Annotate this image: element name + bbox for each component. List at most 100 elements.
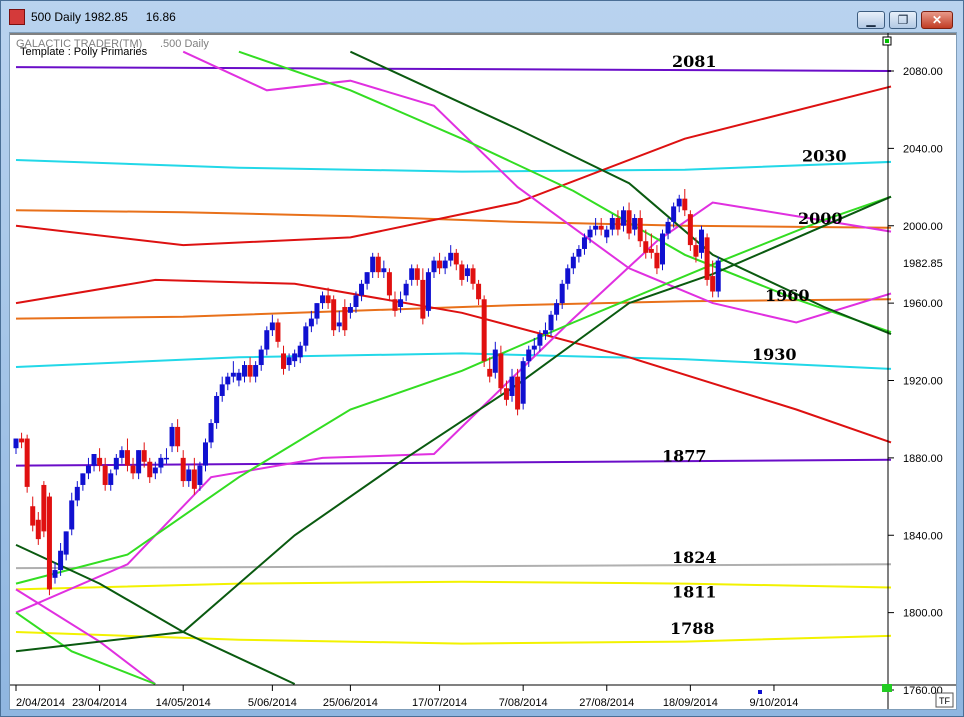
chart-line [15, 209, 892, 229]
candle-body [347, 306, 353, 313]
candle-body [604, 229, 610, 238]
candle-body [609, 218, 615, 230]
candle-body [665, 221, 671, 234]
chart-window: 500 Daily 1982.85 16.86 ▁ ❐ ✕ 2081 2030 200… [0, 0, 964, 717]
candle-body [375, 256, 381, 273]
candle-body [108, 473, 114, 485]
level-label-1960: 1960 [765, 286, 810, 305]
candle-body [392, 299, 398, 311]
candle-body [409, 268, 415, 280]
candle-body [85, 465, 91, 474]
candle-body [225, 376, 231, 385]
chart-line [15, 159, 892, 173]
title-last-price: 1982.85 [84, 10, 128, 24]
candle-body [398, 299, 404, 307]
chart-line [15, 195, 892, 653]
x-tick-label: 23/04/2014 [72, 697, 127, 709]
candle-body [503, 388, 509, 400]
chart-line [15, 458, 892, 467]
candle-body [230, 372, 236, 377]
app-icon [9, 9, 25, 25]
candle-body [459, 264, 465, 280]
candle-body [175, 426, 181, 447]
y-tick-label: 2080.00 [903, 66, 943, 78]
candle-body [676, 198, 682, 207]
candle-body [509, 376, 515, 396]
candle-body [659, 233, 665, 265]
x-tick-label: 9/10/2014 [749, 697, 798, 709]
chart-line [182, 50, 892, 324]
candle-body [292, 353, 298, 362]
x-tick-label: 25/06/2014 [323, 697, 378, 709]
candle-body [498, 353, 504, 389]
chart-line [15, 631, 892, 645]
candle-body [693, 245, 699, 257]
chart-line [15, 66, 892, 72]
chart-line [349, 50, 892, 336]
candle-body [526, 349, 532, 362]
candle-body [186, 469, 192, 482]
chart-name-label: .500 Daily [160, 38, 209, 50]
candle-body [130, 465, 136, 474]
x-tick-label: 27/08/2014 [579, 697, 634, 709]
candle-body [163, 457, 169, 460]
price-chart[interactable]: 2081 2030 2000 1960 1930 1877 1824 1811 1788 208… [10, 33, 956, 709]
candle-body [169, 426, 175, 447]
x-tick-label: 2/04/2014 [16, 697, 65, 709]
candle-body [208, 423, 214, 443]
candle-body [576, 248, 582, 257]
candle-body [46, 496, 52, 590]
candle-body [214, 395, 220, 424]
candle-body [281, 353, 287, 369]
restore-button[interactable]: ❐ [889, 11, 917, 29]
candle-body [141, 450, 147, 462]
candle-body [481, 299, 487, 362]
candle-body [453, 252, 459, 265]
scale-handle-bottom[interactable] [882, 684, 892, 692]
candle-body [587, 229, 593, 238]
candle-body [448, 252, 454, 261]
candle-body [537, 334, 543, 346]
current-price-label: 1982.85 [903, 258, 943, 270]
candle-body [420, 279, 426, 319]
candle-body [124, 450, 130, 466]
candle-body [180, 457, 186, 482]
chart-area[interactable]: 2081 2030 2000 1960 1930 1877 1824 1811 1788 208… [9, 32, 957, 710]
candle-body [152, 467, 158, 474]
candle-body [74, 486, 80, 501]
candle-body [386, 272, 392, 296]
candle-body [615, 218, 621, 230]
candle-body [353, 295, 359, 307]
chart-line [15, 298, 892, 320]
candle-body [476, 283, 482, 300]
title-bar[interactable]: 500 Daily 1982.85 16.86 ▁ ❐ ✕ [1, 1, 963, 31]
minimize-button[interactable]: ▁ [857, 11, 885, 29]
candle-body [687, 214, 693, 246]
candle-body [58, 550, 64, 571]
candle-body [30, 506, 36, 526]
title-change: 16.86 [145, 10, 176, 24]
candle-body [464, 268, 470, 277]
candle-body [242, 365, 248, 377]
candle-body [437, 260, 443, 269]
level-label-1930: 1930 [752, 345, 797, 364]
candle-body [41, 484, 47, 532]
candle-body [414, 268, 420, 280]
candle-body [202, 442, 208, 466]
candle-body [147, 461, 153, 478]
x-tick-label: 14/05/2014 [156, 697, 211, 709]
candle-body [593, 225, 599, 230]
y-tick-label: 1880.00 [903, 453, 943, 465]
candle-body [253, 365, 259, 377]
candle-body [325, 295, 331, 304]
level-label-2081: 2081 [672, 52, 717, 71]
restore-icon: ❐ [897, 13, 909, 27]
close-button[interactable]: ✕ [921, 11, 953, 29]
candle-body [336, 322, 342, 327]
candle-body [565, 268, 571, 284]
y-tick-label: 1840.00 [903, 530, 943, 542]
level-label-2000: 2000 [798, 209, 843, 228]
candle-body [331, 299, 337, 331]
candle-body [314, 303, 320, 319]
candle-body [275, 322, 281, 342]
